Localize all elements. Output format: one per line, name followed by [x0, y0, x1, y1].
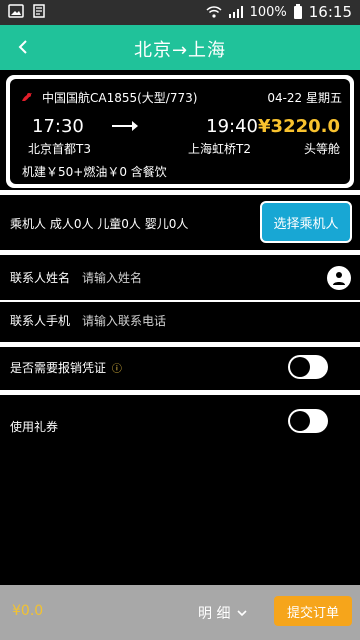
page-title: 北京→上海 [133, 40, 227, 61]
arrival-airport: 上海虹桥T2 [188, 142, 251, 156]
status-right: 100% 16:15 [206, 3, 352, 21]
contact-name-row: 联系人姓名 请输入姓名 [0, 255, 360, 299]
app-bar: 北京→上海 [0, 25, 360, 70]
status-time: 16:15 [308, 3, 352, 21]
gallery-icon [8, 4, 24, 18]
passenger-summary: 乘机人 成人0人 儿童0人 婴儿0人 [10, 217, 189, 231]
status-bar: 100% 16:15 [0, 0, 360, 25]
battery-icon [293, 4, 302, 19]
submit-order-button[interactable]: 提交订单 [274, 596, 352, 626]
invoice-label-text: 是否需要报销凭证 [10, 361, 107, 375]
flight-summary-card: 中国国航CA1855(大型/773) 04-22 星期五 17:30 19:40… [6, 75, 354, 188]
wifi-icon [206, 6, 222, 18]
invoice-label: 是否需要报销凭证 ⓘ [10, 359, 122, 376]
coupon-label: 使用礼券 [10, 420, 59, 434]
toggle-knob [290, 411, 310, 431]
ticket-price: ¥3220.0 [258, 115, 340, 137]
toggle-knob [290, 357, 310, 377]
chevron-down-icon [237, 610, 248, 617]
contact-picker-button[interactable] [327, 266, 351, 290]
contact-phone-label: 联系人手机 [10, 314, 71, 328]
cabin-class: 头等舱 [303, 142, 340, 156]
signal-icon [228, 6, 243, 18]
arrival-time: 19:40 [206, 115, 259, 137]
choose-passenger-button[interactable]: 选择乘机人 [260, 201, 352, 243]
times-row: 17:30 19:40 ¥3220.0 [32, 115, 340, 137]
airline-flight: 中国国航CA1855(大型/773) [42, 90, 198, 105]
contact-phone-input[interactable]: 请输入联系电话 [82, 312, 166, 329]
flight-arrow-icon [111, 121, 139, 131]
departure-time: 17:30 [32, 115, 84, 137]
person-icon [333, 272, 345, 285]
contact-phone-row: 联系人手机 请输入联系电话 [0, 302, 360, 342]
document-icon [33, 4, 45, 18]
airline-row: 中国国航CA1855(大型/773) 04-22 星期五 [18, 87, 342, 107]
status-left [8, 4, 46, 18]
flight-date: 04-22 星期五 [267, 90, 342, 105]
total-amount: ¥0.0 [12, 603, 44, 619]
airline-logo-icon [18, 88, 36, 106]
contact-name-input[interactable]: 请输入姓名 [82, 269, 142, 286]
airports-row: 北京首都T3 上海虹桥T2 头等舱 [28, 140, 340, 156]
battery-percent: 100% [249, 4, 287, 20]
fees-and-meal: 机建￥50+燃油￥0 含餐饮 [22, 165, 167, 179]
detail-label: 明 细 [198, 606, 231, 622]
flight-card-content: 中国国航CA1855(大型/773) 04-22 星期五 17:30 19:40… [10, 79, 350, 184]
contact-name-label: 联系人姓名 [10, 271, 71, 285]
bottom-bar: ¥0.0 明 细 提交订单 [0, 585, 360, 640]
info-icon: ⓘ [111, 364, 122, 375]
invoice-toggle[interactable] [288, 355, 328, 379]
coupon-toggle[interactable] [288, 409, 328, 433]
departure-airport: 北京首都T3 [28, 142, 91, 156]
detail-button[interactable]: 明 细 [198, 603, 248, 623]
